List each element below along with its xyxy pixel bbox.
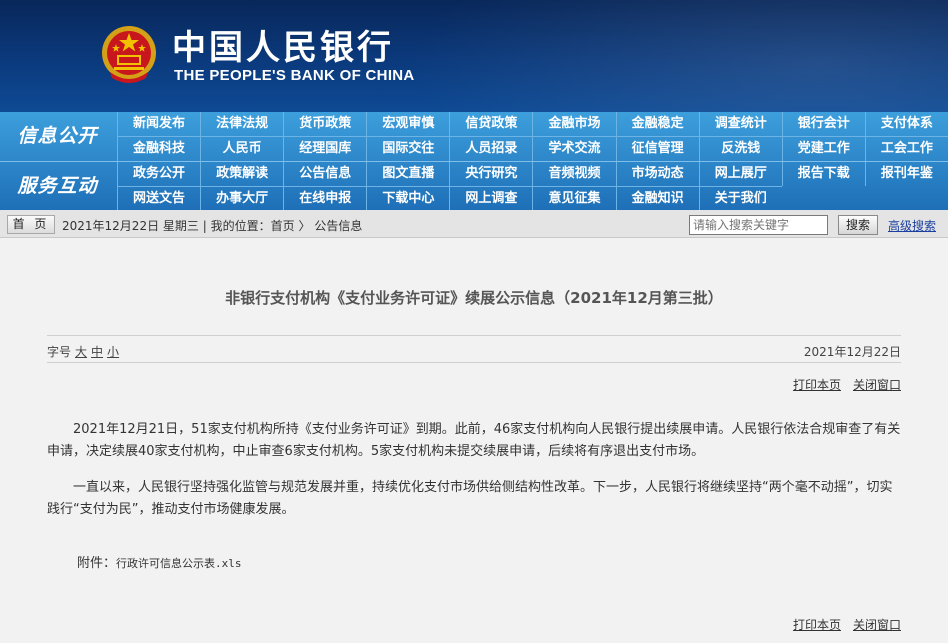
nav-item-info-18[interactable]: 党建工作 — [781, 136, 865, 161]
breadcrumb: 2021年12月22日 星期三 | 我的位置：首页 〉 公告信息 — [62, 217, 362, 234]
nav-item-info-3[interactable]: 宏观审慎 — [366, 112, 449, 136]
close-window-link[interactable]: 关闭窗口 — [853, 618, 901, 632]
nav-item-info-16[interactable]: 征信管理 — [615, 136, 699, 161]
nav-item-info-7[interactable]: 调查统计 — [698, 112, 782, 136]
article-paragraph: 一直以来，人民银行坚持强化监管与规范发展并重，持续优化支付市场供给侧结构性改革。… — [47, 480, 893, 517]
nav-item-info-4[interactable]: 信贷政策 — [449, 112, 532, 136]
breadcrumb-arrow-icon: 〉 — [298, 219, 311, 233]
print-page-link[interactable]: 打印本页 — [793, 378, 841, 392]
article-tools-top: 打印本页 关闭窗口 — [781, 376, 901, 393]
nav-item-service-13[interactable]: 下载中心 — [366, 186, 450, 211]
nav-item-service-10[interactable]: 网送文告 — [117, 186, 201, 211]
breadcrumb-current: 公告信息 — [314, 219, 363, 233]
article-body: 2021年12月21日，51家支付机构所持《支付业务许可证》到期。此前，46家支… — [47, 419, 901, 535]
nav-group-service: 服务互动 政务公开 政策解读 公告信息 图文直播 央行研究 音频视频 市场动态 网上展厅 报告下… — [0, 161, 948, 211]
nav-item-service-14[interactable]: 网上调查 — [449, 186, 533, 211]
advanced-search-link[interactable]: 高级搜索 — [888, 217, 936, 234]
attachment: 附件：行政许可信息公示表.xls — [77, 552, 242, 571]
nav-item-service-7[interactable]: 网上展厅 — [698, 162, 782, 186]
nav-item-service-8[interactable]: 报告下载 — [781, 162, 865, 186]
nav-item-info-2[interactable]: 货币政策 — [283, 112, 366, 136]
nav-group-title-service: 服务互动 — [17, 175, 98, 197]
home-button[interactable]: 首 页 — [7, 215, 55, 234]
font-size-label: 字号 — [47, 345, 72, 359]
nav-item-service-17[interactable]: 关于我们 — [698, 186, 782, 211]
nav-item-info-5[interactable]: 金融市场 — [532, 112, 615, 136]
breadcrumb-home-link[interactable]: 首页 — [271, 219, 295, 233]
article-paragraph: 2021年12月21日，51家支付机构所持《支付业务许可证》到期。此前，46家支… — [47, 422, 901, 459]
current-weekday: 星期三 — [162, 219, 199, 233]
nav-item-info-15[interactable]: 学术交流 — [532, 136, 616, 161]
nav-item-info-11[interactable]: 人民币 — [200, 136, 284, 161]
nav-group-items-service: 政务公开 政策解读 公告信息 图文直播 央行研究 音频视频 市场动态 网上展厅 报告下载 报刊年鉴… — [117, 162, 948, 211]
nav-item-info-1[interactable]: 法律法规 — [200, 112, 283, 136]
nav-item-info-14[interactable]: 人员招录 — [449, 136, 533, 161]
nav-item-info-10[interactable]: 金融科技 — [117, 136, 201, 161]
main-nav: 信息公开 新闻发布 法律法规 货币政策 宏观审慎 信贷政策 金融市场 金融稳定 调查统计 银行会… — [0, 112, 948, 211]
nav-item-service-16[interactable]: 金融知识 — [615, 186, 699, 211]
current-date: 2021年12月22日 — [62, 219, 160, 233]
search-button[interactable]: 搜索 — [838, 215, 878, 235]
nav-item-service-6[interactable]: 市场动态 — [615, 162, 699, 186]
nav-item-service-2[interactable]: 公告信息 — [283, 162, 366, 186]
nav-item-service-0[interactable]: 政务公开 — [117, 162, 200, 186]
nav-item-service-4[interactable]: 央行研究 — [449, 162, 532, 186]
nav-item-info-17[interactable]: 反洗钱 — [698, 136, 782, 161]
article-date: 2021年12月22日 — [803, 345, 901, 359]
nav-group-info: 信息公开 新闻发布 法律法规 货币政策 宏观审慎 信贷政策 金融市场 金融稳定 调查统计 银行会… — [0, 112, 948, 161]
bank-name-en: THE PEOPLE'S BANK OF CHINA — [174, 67, 415, 84]
nav-item-info-13[interactable]: 国际交往 — [366, 136, 450, 161]
font-medium-link[interactable]: 中 — [91, 345, 103, 359]
nav-item-service-15[interactable]: 意见征集 — [532, 186, 616, 211]
nav-item-service-11[interactable]: 办事大厅 — [200, 186, 284, 211]
print-page-link[interactable]: 打印本页 — [793, 618, 841, 632]
nav-item-info-9[interactable]: 支付体系 — [864, 112, 948, 136]
article-container: 非银行支付机构《支付业务许可证》续展公示信息（2021年12月第三批） 字号大中… — [0, 239, 948, 643]
attachment-file-link[interactable]: 行政许可信息公示表.xls — [116, 557, 242, 570]
breadcrumb-bar: 首 页 2021年12月22日 星期三 | 我的位置：首页 〉 公告信息 搜索 … — [0, 210, 948, 238]
article-tools-bottom: 打印本页 关闭窗口 — [781, 616, 901, 633]
nav-group-title-info: 信息公开 — [17, 125, 98, 147]
breadcrumb-separator: | — [202, 219, 207, 233]
font-small-link[interactable]: 小 — [107, 345, 119, 359]
nav-item-service-9[interactable]: 报刊年鉴 — [864, 162, 948, 186]
nav-item-service-1[interactable]: 政策解读 — [200, 162, 283, 186]
nav-group-items-info: 新闻发布 法律法规 货币政策 宏观审慎 信贷政策 金融市场 金融稳定 调查统计 银行会计 支付体系… — [117, 112, 948, 161]
close-window-link[interactable]: 关闭窗口 — [853, 378, 901, 392]
nav-item-info-8[interactable]: 银行会计 — [781, 112, 865, 136]
nav-item-service-5[interactable]: 音频视频 — [532, 162, 615, 186]
nav-item-info-6[interactable]: 金融稳定 — [615, 112, 699, 136]
national-emblem-icon — [102, 26, 156, 83]
nav-item-info-19[interactable]: 工会工作 — [864, 136, 948, 161]
font-size-switcher: 字号大中小 — [47, 343, 119, 360]
bank-name-cn: 中国人民银行 — [172, 28, 394, 68]
font-large-link[interactable]: 大 — [75, 345, 87, 359]
nav-item-service-3[interactable]: 图文直播 — [366, 162, 449, 186]
nav-item-info-0[interactable]: 新闻发布 — [117, 112, 200, 136]
attachment-label: 附件： — [77, 556, 117, 571]
search-input[interactable] — [689, 215, 828, 235]
nav-item-info-12[interactable]: 经理国库 — [283, 136, 367, 161]
header-banner: 中国人民银行 THE PEOPLE'S BANK OF CHINA — [0, 0, 948, 112]
nav-item-service-12[interactable]: 在线申报 — [283, 186, 367, 211]
location-label: 我的位置： — [210, 219, 271, 233]
article-title: 非银行支付机构《支付业务许可证》续展公示信息（2021年12月第三批） — [225, 289, 723, 307]
article-meta-bar: 字号大中小 2021年12月22日 — [47, 335, 901, 363]
